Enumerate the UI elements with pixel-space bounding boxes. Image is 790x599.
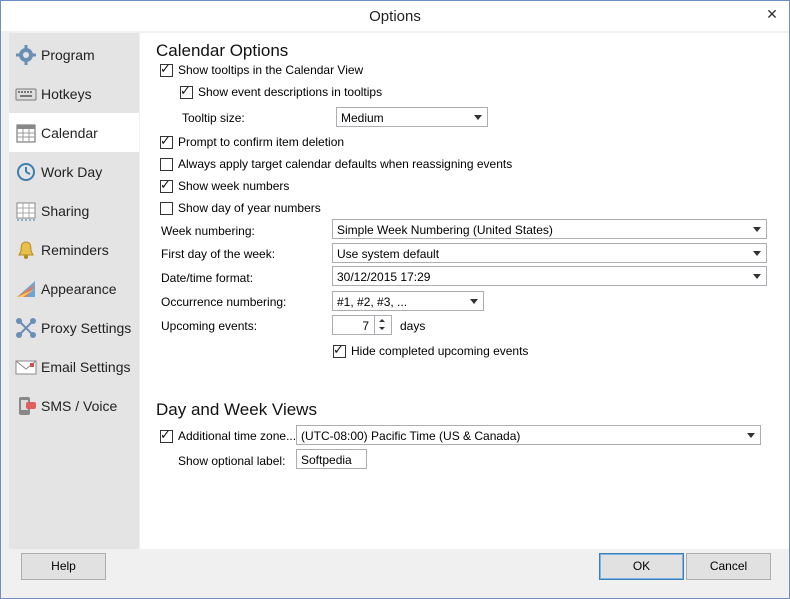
chevron-up-icon[interactable]	[379, 319, 385, 322]
tooltip-size-dropdown[interactable]: Medium	[336, 107, 488, 127]
clock-icon	[17, 163, 35, 181]
phone-icon	[19, 397, 36, 415]
sidebar-item-label: Sharing	[41, 203, 90, 219]
sidebar-item-label: SMS / Voice	[41, 398, 118, 414]
show-week-numbers-label: Show week numbers	[178, 179, 290, 193]
week-numbering-label: Week numbering:	[161, 224, 255, 238]
keyboard-icon	[15, 88, 37, 101]
check-icon: ✓	[160, 177, 171, 192]
gear-icon	[16, 45, 36, 65]
datetime-format-value: 30/12/2015 17:29	[337, 270, 431, 284]
upcoming-events-label: Upcoming events:	[161, 319, 258, 333]
calendar-options-panel: Calendar Options ✓ Show tooltips in the …	[140, 33, 789, 549]
close-button[interactable]: ✕	[761, 5, 783, 23]
day-week-views-heading: Day and Week Views	[156, 400, 317, 419]
options-window: Options ✕ Program Hotkeys Calendar Work …	[0, 0, 790, 599]
chevron-down-icon	[747, 433, 755, 438]
first-day-value: Use system default	[337, 247, 440, 261]
sharing-icon	[16, 202, 36, 221]
prompt-confirm-deletion-label: Prompt to confirm item deletion	[178, 135, 345, 149]
optional-label-caption: Show optional label:	[178, 454, 286, 468]
checkbox-box: ✓	[180, 83, 193, 99]
datetime-format-dropdown[interactable]: 30/12/2015 17:29	[332, 266, 767, 286]
check-icon: ✓	[333, 342, 344, 357]
checkbox-box	[160, 158, 173, 171]
sidebar: Program Hotkeys Calendar Work Day Sharin…	[9, 33, 139, 549]
network-icon	[16, 318, 36, 338]
optional-label-value: Softpedia	[301, 453, 352, 467]
checkbox-box: ✓	[333, 342, 346, 358]
first-day-label: First day of the week:	[161, 247, 276, 261]
occurrence-numbering-value: #1, #2, #3, ...	[337, 295, 408, 309]
sidebar-item-sms-voice[interactable]: SMS / Voice	[9, 386, 139, 425]
first-day-dropdown[interactable]: Use system default	[332, 243, 767, 263]
chevron-down-icon	[470, 299, 478, 304]
sidebar-item-label: Calendar	[41, 125, 98, 141]
sidebar-item-label: Email Settings	[41, 359, 131, 375]
hide-completed-events-label: Hide completed upcoming events	[351, 344, 529, 358]
sidebar-item-sharing[interactable]: Sharing	[9, 191, 139, 230]
tooltip-size-value: Medium	[341, 111, 384, 125]
chevron-down-icon	[753, 251, 761, 256]
sidebar-item-label: Reminders	[41, 242, 109, 258]
check-icon: ✓	[160, 61, 171, 76]
sidebar-item-work-day[interactable]: Work Day	[9, 152, 139, 191]
sidebar-item-calendar[interactable]: Calendar	[9, 113, 139, 152]
occurrence-numbering-dropdown[interactable]: #1, #2, #3, ...	[332, 291, 484, 311]
chevron-down-icon[interactable]	[379, 327, 385, 330]
sidebar-item-appearance[interactable]: Appearance	[9, 269, 139, 308]
show-event-descriptions-label: Show event descriptions in tooltips	[198, 85, 383, 99]
time-zone-dropdown[interactable]: (UTC-08:00) Pacific Time (US & Canada)	[296, 425, 761, 445]
show-day-of-year-label: Show day of year numbers	[178, 201, 321, 215]
check-icon: ✓	[180, 83, 191, 98]
bell-icon	[18, 241, 34, 259]
datetime-format-label: Date/time format:	[161, 271, 254, 285]
time-zone-value: (UTC-08:00) Pacific Time (US & Canada)	[301, 429, 521, 443]
sidebar-item-proxy-settings[interactable]: Proxy Settings	[9, 308, 139, 347]
show-tooltips-label: Show tooltips in the Calendar View	[178, 63, 364, 77]
check-icon: ✓	[160, 427, 171, 442]
checkbox-box: ✓	[160, 133, 173, 149]
week-numbering-value: Simple Week Numbering (United States)	[337, 223, 553, 237]
title-bar: Options ✕	[1, 1, 789, 31]
calendar-options-heading: Calendar Options	[156, 41, 289, 60]
upcoming-events-stepper[interactable]: 7	[332, 315, 392, 335]
upcoming-events-unit: days	[400, 319, 426, 333]
additional-time-zone-label: Additional time zone...	[178, 429, 297, 443]
sidebar-item-label: Proxy Settings	[41, 320, 132, 336]
chevron-down-icon	[753, 274, 761, 279]
spin-buttons[interactable]	[374, 316, 391, 334]
optional-label-input[interactable]: Softpedia	[296, 449, 367, 469]
always-apply-defaults-label: Always apply target calendar defaults wh…	[178, 157, 513, 171]
checkbox-box: ✓	[160, 61, 173, 77]
checkbox-box	[160, 202, 173, 215]
chevron-down-icon	[474, 115, 482, 120]
occurrence-numbering-label: Occurrence numbering:	[161, 295, 287, 309]
help-button[interactable]: Help	[21, 553, 106, 580]
week-numbering-dropdown[interactable]: Simple Week Numbering (United States)	[332, 219, 767, 239]
sidebar-item-label: Work Day	[41, 164, 103, 180]
sidebar-item-label: Program	[41, 47, 95, 63]
palette-icon	[17, 281, 35, 297]
sidebar-item-reminders[interactable]: Reminders	[9, 230, 139, 269]
cancel-button[interactable]: Cancel	[686, 553, 771, 580]
window-title: Options	[369, 8, 421, 25]
sidebar-item-program[interactable]: Program	[9, 35, 139, 74]
checkbox-box: ✓	[160, 177, 173, 193]
check-icon: ✓	[160, 133, 171, 148]
ok-button[interactable]: OK	[599, 553, 684, 580]
sidebar-item-label: Hotkeys	[41, 86, 92, 102]
sidebar-item-hotkeys[interactable]: Hotkeys	[9, 74, 139, 113]
tooltip-size-label: Tooltip size:	[182, 111, 245, 125]
calendar-icon	[16, 124, 36, 143]
chevron-down-icon	[753, 227, 761, 232]
envelope-icon	[15, 360, 37, 375]
sidebar-item-label: Appearance	[41, 281, 117, 297]
upcoming-events-value: 7	[362, 319, 369, 333]
checkbox-box: ✓	[160, 427, 173, 443]
sidebar-item-email-settings[interactable]: Email Settings	[9, 347, 139, 386]
